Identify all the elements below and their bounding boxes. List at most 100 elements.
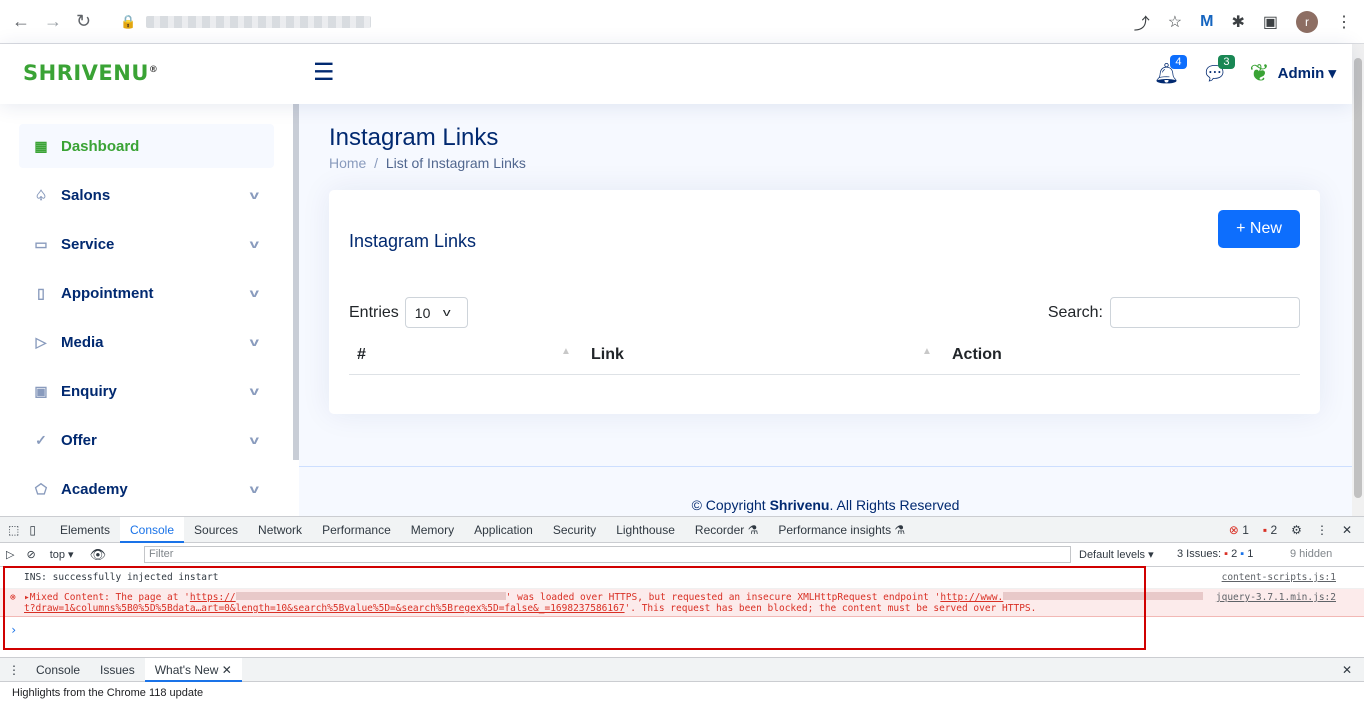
extension-m-icon[interactable]: M (1200, 13, 1213, 31)
devtools-tab-elements[interactable]: Elements (50, 517, 120, 543)
drawer-close-icon[interactable]: ✕ (1342, 663, 1352, 677)
drawer-tab-whats-new[interactable]: What's New ✕ (144, 657, 242, 682)
breadcrumb-home[interactable]: Home (329, 155, 366, 171)
sidebar-item-media[interactable]: ▷ Media v (19, 320, 274, 364)
profile-avatar[interactable]: r (1296, 11, 1318, 33)
clipboard-icon: ▯ (37, 284, 45, 301)
close-icon[interactable]: ✕ (1342, 523, 1352, 537)
sidebar-panel-icon[interactable]: ▷ (6, 548, 14, 561)
devtools-tabs: ⬚ ▯ Elements Console Sources Network Perform… (0, 516, 1364, 543)
menu-dots-icon[interactable]: ⋮ (1336, 12, 1352, 32)
devtools-tab-lighthouse[interactable]: Lighthouse (606, 517, 685, 543)
entries-select[interactable]: 10 v (404, 297, 468, 328)
chevron-down-icon: v (249, 433, 260, 447)
user-leaf-avatar[interactable]: ❦ (1250, 59, 1270, 88)
devtools-tab-performance-insights[interactable]: Performance insights ⚗ (768, 517, 915, 543)
devtools-tab-performance[interactable]: Performance (312, 517, 401, 543)
log-source-link[interactable]: content-scripts.js:1 (1222, 572, 1336, 583)
sidebar: ▦ Dashboard ♤ Salons v ▭ Service v ▯ Appointment v… (0, 104, 298, 516)
sort-icon: ▲ (561, 346, 571, 357)
grid-icon: ▦ (34, 137, 48, 154)
table-header: # ▲ Link ▲ Action (349, 336, 1300, 375)
levels-dropdown[interactable]: Default levels ▾ (1079, 548, 1154, 561)
breadcrumb: Home / List of Instagram Links (329, 155, 526, 171)
browser-toolbar: ← → ↻ 🔒 ⤴ ☆ M ✱ ▣ r ⋮ (0, 0, 1364, 44)
share-icon[interactable]: ⤴ (1134, 10, 1150, 34)
sidebar-item-label: Academy (61, 480, 128, 498)
eye-icon[interactable]: 👁︎ (90, 547, 107, 563)
chevron-down-icon: v (249, 188, 260, 202)
inspect-icon[interactable]: ⬚ (8, 523, 19, 537)
drawer-tab-console[interactable]: Console (26, 663, 90, 677)
forward-icon[interactable]: → (44, 11, 62, 32)
column-link[interactable]: Link (591, 346, 624, 364)
page-title: Instagram Links (329, 124, 499, 151)
profile-dropdown[interactable]: Admin ▾ (1278, 64, 1336, 82)
sidebar-item-offer[interactable]: ✓ Offer v (19, 418, 274, 462)
devtools-tab-console[interactable]: Console (119, 516, 185, 543)
new-button[interactable]: + New (1218, 210, 1300, 248)
filter-input[interactable]: Filter (144, 546, 1071, 563)
sidebar-item-salons[interactable]: ♤ Salons v (19, 173, 274, 217)
star-icon[interactable]: ☆ (1168, 12, 1182, 32)
sidebar-item-dashboard[interactable]: ▦ Dashboard (19, 124, 274, 168)
back-icon[interactable]: ← (12, 11, 30, 32)
drawer-menu-icon[interactable]: ⋮ (8, 663, 20, 677)
chevron-down-icon: v (249, 335, 260, 349)
puzzle-icon[interactable]: ✱ (1231, 12, 1244, 32)
messages-icon[interactable]: 💬︎ 3 (1198, 55, 1235, 90)
sidebar-toggle-icon[interactable]: ☰ (313, 61, 335, 85)
main-content: Instagram Links Home / List of Instagram… (299, 104, 1352, 516)
device-toggle-icon[interactable]: ▯ (29, 523, 36, 537)
more-icon[interactable]: ⋮ (1316, 523, 1328, 537)
reload-icon[interactable]: ↻ (76, 11, 91, 32)
drawer-tab-issues[interactable]: Issues (90, 663, 145, 677)
column-number[interactable]: # (357, 346, 366, 364)
sidebar-item-appointment[interactable]: ▯ Appointment v (19, 271, 274, 315)
highlight-box (3, 566, 1146, 650)
devtools-tab-application[interactable]: Application (464, 517, 543, 543)
settings-gear-icon[interactable]: ⚙ (1291, 523, 1302, 537)
footer: © Copyright Shrivenu. All Rights Reserve… (299, 466, 1352, 516)
sidebar-item-label: Enquiry (61, 382, 117, 400)
person-badge-icon: ▣ (34, 382, 48, 399)
whats-new-text: Highlights from the Chrome 118 update (12, 687, 204, 699)
devtools-tab-security[interactable]: Security (543, 517, 606, 543)
chevron-down-icon: v (249, 482, 260, 496)
error-count[interactable]: ⊗ 1 (1229, 523, 1249, 537)
sidebar-item-label: Offer (61, 431, 97, 449)
log-source-link[interactable]: jquery-3.7.1.min.js:2 (1216, 592, 1336, 603)
sidepanel-icon[interactable]: ▣ (1263, 12, 1278, 32)
file-play-icon: ▷ (35, 333, 47, 350)
sidebar-item-enquiry[interactable]: ▣ Enquiry v (19, 369, 274, 413)
page-scrollbar[interactable] (1352, 44, 1364, 516)
chevron-down-icon: v (249, 286, 260, 300)
devtools-tab-memory[interactable]: Memory (401, 517, 464, 543)
devtools-tab-sources[interactable]: Sources (184, 517, 248, 543)
hidden-count: 9 hidden (1290, 548, 1333, 560)
search-input[interactable] (1110, 297, 1300, 328)
context-select[interactable]: top ▾ (50, 548, 74, 561)
issues-counter[interactable]: 3 Issues: ▪ 2 ▪ 1 (1177, 548, 1253, 560)
brand-logo[interactable]: SHRIVENU® (23, 61, 158, 85)
notifications-bell-icon[interactable]: 🔔︎ 4 (1150, 55, 1187, 90)
spade-icon: ♤ (34, 186, 48, 203)
sidebar-item-service[interactable]: ▭ Service v (19, 222, 274, 266)
lock-icon: 🔒 (120, 14, 137, 29)
sidebar-item-label: Media (61, 333, 104, 351)
entries-control: Entries 10 v (349, 297, 468, 328)
devtools-tab-recorder[interactable]: Recorder ⚗ (685, 517, 768, 543)
sidebar-item-academy[interactable]: ⬠ Academy v (19, 467, 274, 511)
chevron-down-icon: v (249, 384, 260, 398)
chevron-down-icon: v (443, 306, 451, 319)
pentagon-icon: ⬠ (34, 480, 48, 497)
notification-badge: 4 (1170, 55, 1187, 69)
app-header: SHRIVENU® ☰ 🔔︎ 4 💬︎ 3 ❦ Admin ▾ (0, 44, 1352, 104)
chevron-down-icon: v (249, 237, 260, 251)
sort-icon: ▲ (922, 346, 932, 357)
clear-console-icon[interactable]: ⊘ (26, 548, 35, 561)
warning-count[interactable]: ▪ 2 (1263, 523, 1277, 537)
sidebar-item-label: Salons (61, 186, 111, 204)
devtools-tab-network[interactable]: Network (248, 517, 312, 543)
address-bar[interactable]: 🔒 (112, 7, 1112, 37)
